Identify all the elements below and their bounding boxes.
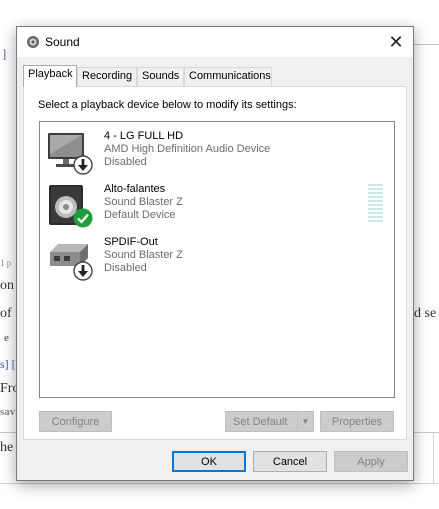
set-default-label: Set Default [233, 415, 288, 428]
disabled-arrow-icon [73, 155, 93, 175]
tab-sounds[interactable]: Sounds [137, 67, 184, 86]
instruction-text: Select a playback device below to modify… [38, 99, 297, 111]
device-status: Disabled [104, 262, 147, 274]
background-text-2: 1 p [0, 258, 12, 268]
sound-dialog: Sound ✕ Playback Recording Sounds Commun… [16, 26, 414, 481]
window-title: Sound [45, 35, 80, 49]
apply-button[interactable]: Apply [334, 451, 408, 472]
device-list[interactable]: 4 - LG FULL HD AMD High Definition Audio… [39, 121, 395, 398]
device-status: Disabled [104, 156, 147, 168]
device-item-spdif-out[interactable]: SPDIF-Out Sound Blaster Z Disabled [40, 234, 394, 286]
background-box-bottom [0, 483, 439, 484]
set-default-button[interactable]: Set Default ▼ [225, 411, 314, 432]
device-status: Default Device [104, 209, 176, 221]
close-icon: ✕ [388, 31, 404, 52]
cancel-button[interactable]: Cancel [253, 451, 327, 472]
background-text-4: of [0, 306, 12, 321]
tab-communications[interactable]: Communications [184, 67, 272, 86]
playback-panel: Select a playback device below to modify… [23, 86, 407, 440]
background-text-5: d se [414, 306, 437, 321]
background-box-line-right [414, 432, 439, 433]
dropdown-arrow-icon[interactable]: ▼ [297, 412, 313, 431]
background-text-10: he [0, 440, 14, 455]
background-box-right-edge [433, 432, 434, 484]
close-button[interactable]: ✕ [379, 27, 413, 57]
background-box-line [0, 432, 16, 433]
device-driver: Sound Blaster Z [104, 196, 183, 208]
configure-button[interactable]: Configure [39, 411, 112, 432]
device-name: Alto-falantes [104, 183, 166, 195]
speaker-app-icon [27, 36, 39, 48]
device-item-lg-full-hd[interactable]: 4 - LG FULL HD AMD High Definition Audio… [40, 128, 394, 180]
tab-recording[interactable]: Recording [77, 67, 137, 86]
background-text-3: on [0, 278, 14, 293]
tab-playback[interactable]: Playback [23, 65, 77, 87]
device-name: 4 - LG FULL HD [104, 130, 184, 142]
title-bar[interactable]: Sound ✕ [17, 27, 413, 57]
device-name: SPDIF-Out [104, 236, 158, 248]
volume-level-meter [368, 184, 383, 224]
default-check-icon [73, 208, 93, 228]
device-item-alto-falantes[interactable]: Alto-falantes Sound Blaster Z Default De… [40, 181, 394, 233]
properties-button[interactable]: Properties [320, 411, 394, 432]
background-text-1: ] [2, 46, 7, 61]
disabled-arrow-icon [73, 261, 93, 281]
device-driver: AMD High Definition Audio Device [104, 143, 271, 155]
ok-button[interactable]: OK [172, 451, 246, 472]
device-driver: Sound Blaster Z [104, 249, 183, 261]
background-rule [414, 44, 439, 45]
background-text-9: sav [0, 406, 16, 418]
background-text-7[interactable]: s] [ [0, 357, 16, 372]
background-text-6: e [4, 332, 9, 344]
